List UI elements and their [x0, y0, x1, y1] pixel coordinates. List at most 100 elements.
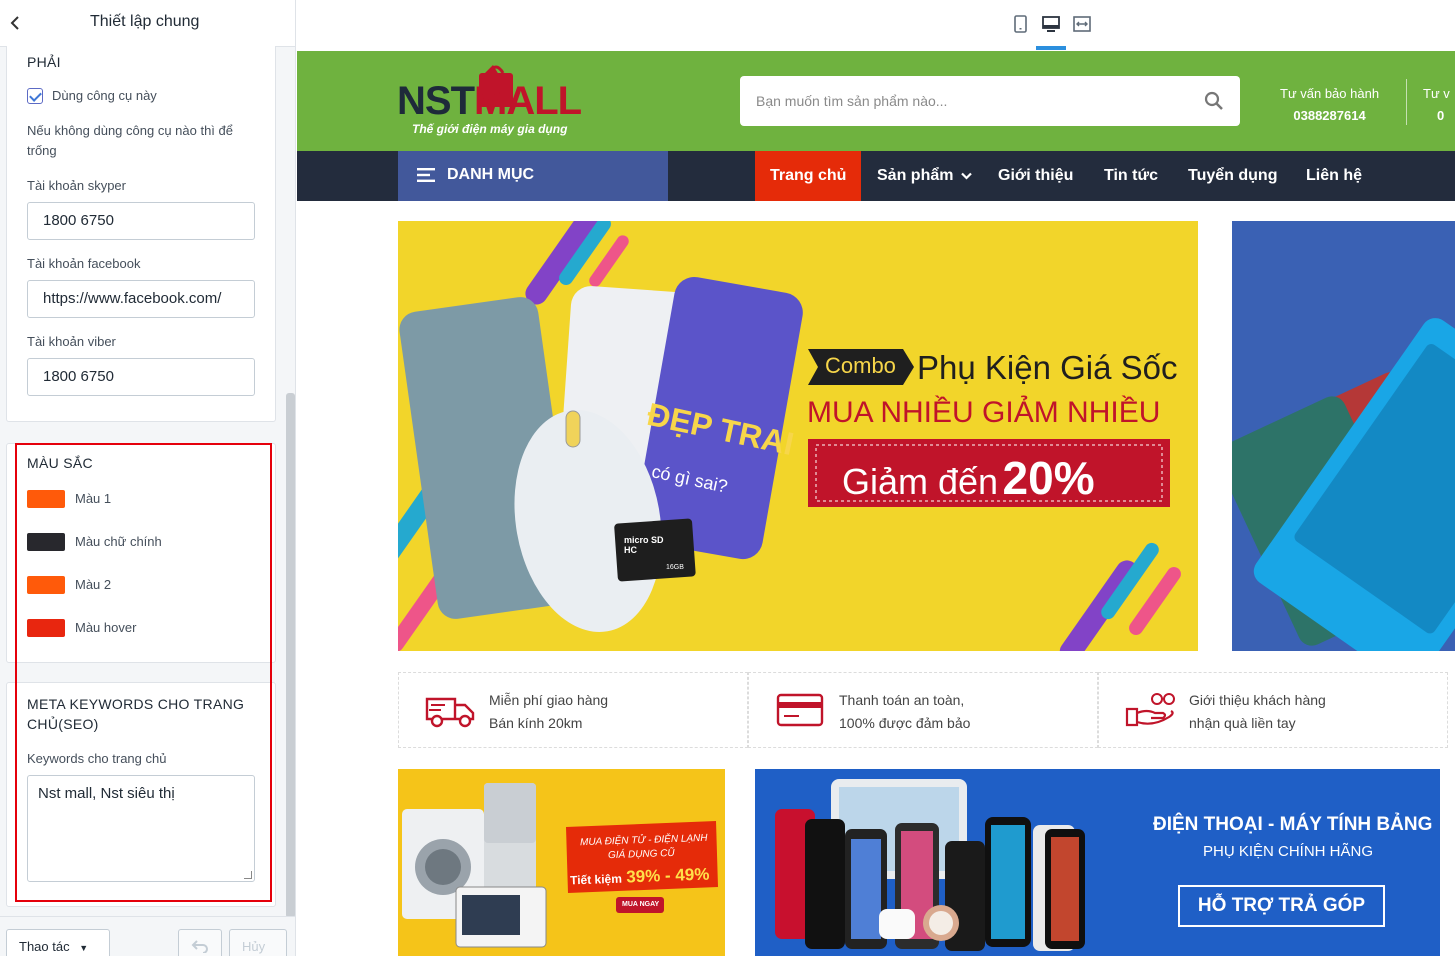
theme-editor: Thiết lập chung PHẢI Dùng công cụ này Nế…	[0, 0, 1455, 956]
facebook-label: Tài khoản facebook	[27, 256, 141, 271]
feature-referral: Giới thiệu khách hàng nhận quà liền tay	[1098, 672, 1448, 748]
hover-color-swatch[interactable]	[27, 619, 65, 637]
meta-keywords-textarea[interactable]: Nst mall, Nst siêu thị	[27, 775, 255, 882]
social-tools-card: PHẢI Dùng công cụ này Nếu không dùng côn…	[6, 46, 276, 422]
meta-title: META KEYWORDS CHO TRANG CHỦ(SEO)	[27, 696, 245, 732]
viber-label: Tài khoản viber	[27, 334, 116, 349]
store-header: NSTMALL Thế giới điện máy gia dụng Bạn m…	[297, 51, 1455, 151]
mobile-icon[interactable]	[1010, 14, 1030, 34]
feature-2-line1: Thanh toán an toàn,	[839, 692, 965, 708]
search-bar[interactable]: Bạn muốn tìm sản phẩm nào...	[740, 76, 1240, 126]
appliances-promo-banner[interactable]: MUA ĐIỆN TỬ - ĐIỆN LẠNH GIÁ DỤNG CŨ Tiết…	[398, 769, 725, 956]
settings-panel: Thiết lập chung PHẢI Dùng công cụ này Nế…	[0, 0, 296, 956]
features-strip: Miễn phí giao hàng Bán kính 20km Thanh to…	[398, 672, 1455, 748]
secondary-banner[interactable]	[1232, 221, 1455, 651]
hotline-sales[interactable]: Tư v 0	[1423, 83, 1450, 127]
combo-tag: Combo	[825, 353, 896, 378]
feature-free-shipping: Miễn phí giao hàng Bán kính 20km	[398, 672, 748, 748]
sd-card-size: 16GB	[666, 564, 684, 571]
meta-label: Keywords cho trang chủ	[27, 751, 167, 766]
cancel-button[interactable]: Hủy	[229, 929, 287, 956]
promo1-line2: GIÁ DỤNG CŨ	[607, 847, 675, 862]
nav-contact[interactable]: Liên hệ	[1291, 151, 1377, 201]
promo1-save-label: Tiết kiệm	[569, 871, 623, 888]
promo2-title: ĐIỆN THOẠI - MÁY TÍNH BẢNG	[1153, 814, 1433, 835]
discount-value: 20%	[1002, 452, 1095, 504]
feature-secure-payment: Thanh toán an toàn, 100% được đảm bảo	[748, 672, 1098, 748]
caret-down-icon: ▼	[79, 943, 89, 953]
hotline-warranty-phone: 0388287614	[1293, 108, 1366, 123]
back-arrow-icon[interactable]	[8, 11, 28, 35]
hamburger-icon	[417, 168, 435, 182]
section-title-fragment: PHẢI	[27, 54, 61, 70]
logo-mall: MALL	[474, 79, 582, 123]
skype-label: Tài khoản skyper	[27, 178, 126, 193]
banner-headline: Phụ Kiện Giá Sốc	[917, 349, 1178, 386]
nav-news[interactable]: Tin tức	[1089, 151, 1173, 201]
hotline-warranty[interactable]: Tư vấn bảo hành 0388287614	[1280, 83, 1379, 127]
gift-hand-icon	[1125, 693, 1175, 727]
nav-products[interactable]: Sản phẩm	[862, 151, 987, 201]
search-icon[interactable]	[1204, 91, 1224, 111]
main-text-color-swatch[interactable]	[27, 533, 65, 551]
use-tool-label: Dùng công cụ này	[52, 88, 157, 103]
undo-button[interactable]	[178, 929, 222, 956]
feature-2-line2: 100% được đảm bảo	[839, 715, 971, 731]
meta-keywords-value: Nst mall, Nst siêu thị	[38, 785, 175, 802]
active-device-indicator	[1036, 46, 1066, 50]
main-nav: DANH MỤC Trang chủ Sản phẩm Giới thiệu T…	[297, 151, 1455, 201]
actions-label: Thao tác	[19, 939, 70, 954]
logo-tagline: Thế giới điện máy gia dụng	[412, 122, 568, 136]
chevron-down-icon	[961, 172, 972, 180]
resize-handle-icon[interactable]	[244, 871, 252, 879]
hotline-sales-title: Tư v	[1423, 86, 1450, 101]
color-2-label: Màu 2	[75, 577, 112, 592]
color-1-swatch[interactable]	[27, 490, 65, 508]
color-2-swatch[interactable]	[27, 576, 65, 594]
logo-nst: NST	[397, 79, 475, 123]
feature-3-line1: Giới thiệu khách hàng	[1189, 692, 1326, 708]
device-toolbar	[297, 0, 1455, 51]
promo1-cta: MUA NGAY	[622, 901, 660, 908]
nav-products-label: Sản phẩm	[877, 167, 954, 184]
color-1-label: Màu 1	[75, 491, 112, 506]
nav-careers[interactable]: Tuyển dụng	[1173, 151, 1292, 201]
colors-card: MÀU SẮC Màu 1 Màu chữ chính Màu 2 Màu ho…	[6, 443, 276, 663]
facebook-input[interactable]: https://www.facebook.com/	[27, 280, 255, 318]
hotline-sales-phone: 0	[1437, 108, 1445, 123]
promo2-subtitle: PHỤ KIỆN CHÍNH HÃNG	[1203, 843, 1374, 860]
desktop-icon[interactable]	[1041, 14, 1061, 34]
nav-home[interactable]: Trang chủ	[755, 151, 862, 201]
use-tool-checkbox[interactable]	[27, 88, 43, 104]
feature-1-line1: Miễn phí giao hàng	[489, 692, 609, 708]
hint-text: Nếu không dùng công cụ nào thì để trống	[27, 123, 233, 158]
hover-color-label: Màu hover	[75, 620, 137, 635]
panel-scrollbar[interactable]	[286, 393, 295, 918]
nav-about[interactable]: Giới thiệu	[983, 151, 1088, 201]
search-input[interactable]: Bạn muốn tìm sản phẩm nào...	[756, 93, 947, 109]
store-logo[interactable]: NSTMALL Thế giới điện máy gia dụng	[397, 59, 597, 143]
category-label: DANH MỤC	[447, 166, 535, 183]
feature-3-line2: nhận quà liền tay	[1189, 715, 1296, 731]
hotline-warranty-title: Tư vấn bảo hành	[1280, 86, 1380, 101]
phones-tablets-promo-banner[interactable]: ĐIỆN THOẠI - MÁY TÍNH BẢNG PHỤ KIỆN CHÍN…	[755, 769, 1440, 956]
store-preview: NSTMALL Thế giới điện máy gia dụng Bạn m…	[297, 51, 1455, 956]
promo1-range: 39% - 49%	[625, 864, 710, 887]
banner-discount: Giảm đến 20%	[842, 451, 1095, 505]
banner-subhead: MUA NHIỀU GIẢM NHIỀU	[807, 396, 1161, 429]
credit-card-icon	[776, 693, 824, 727]
viber-input[interactable]: 1800 6750	[27, 358, 255, 396]
category-menu-button[interactable]: DANH MỤC	[398, 151, 668, 201]
panel-footer: Thao tác ▼ Hủy	[0, 916, 295, 956]
undo-icon	[191, 940, 208, 954]
hotline-divider	[1406, 79, 1407, 125]
fullwidth-icon[interactable]	[1072, 14, 1092, 34]
promo2-cta[interactable]: HỖ TRỢ TRẢ GÓP	[1178, 885, 1385, 927]
actions-dropdown[interactable]: Thao tác ▼	[6, 929, 110, 956]
skype-input[interactable]: 1800 6750	[27, 202, 255, 240]
truck-icon	[425, 697, 475, 728]
meta-keywords-card: META KEYWORDS CHO TRANG CHỦ(SEO) Keyword…	[6, 682, 276, 907]
panel-header: Thiết lập chung	[0, 0, 295, 47]
main-banner[interactable]: ĐẸP TRAI có gì sai? micro SD HC 16GB Com…	[398, 221, 1198, 651]
main-text-color-label: Màu chữ chính	[75, 534, 162, 549]
